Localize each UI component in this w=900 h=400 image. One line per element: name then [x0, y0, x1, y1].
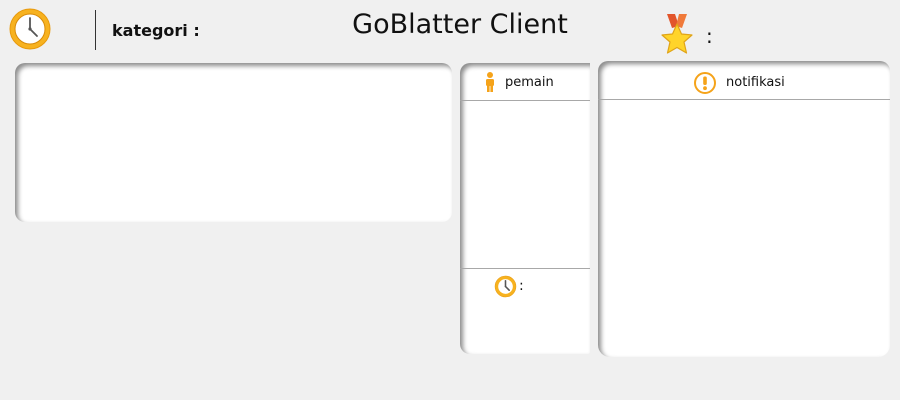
- category-label: kategori :: [112, 21, 200, 40]
- players-timer-divider: [460, 268, 590, 269]
- app-title: GoBlatter Client: [352, 9, 568, 40]
- main-panel: [15, 63, 452, 222]
- clock-icon: [8, 7, 52, 51]
- players-header-divider: [460, 100, 590, 101]
- players-header-label: pemain: [505, 75, 554, 90]
- notifications-header-label: notifikasi: [726, 75, 785, 90]
- timer-clock-icon: [494, 275, 517, 298]
- person-icon: [484, 72, 496, 92]
- timer-colon: :: [519, 278, 524, 294]
- exclamation-icon: [694, 72, 716, 94]
- header-separator: [95, 10, 96, 50]
- medal-star-icon: [658, 14, 696, 56]
- notifications-panel: [598, 61, 890, 357]
- players-panel: [460, 63, 590, 354]
- notifications-header-divider: [598, 99, 890, 100]
- score-colon: :: [706, 24, 713, 48]
